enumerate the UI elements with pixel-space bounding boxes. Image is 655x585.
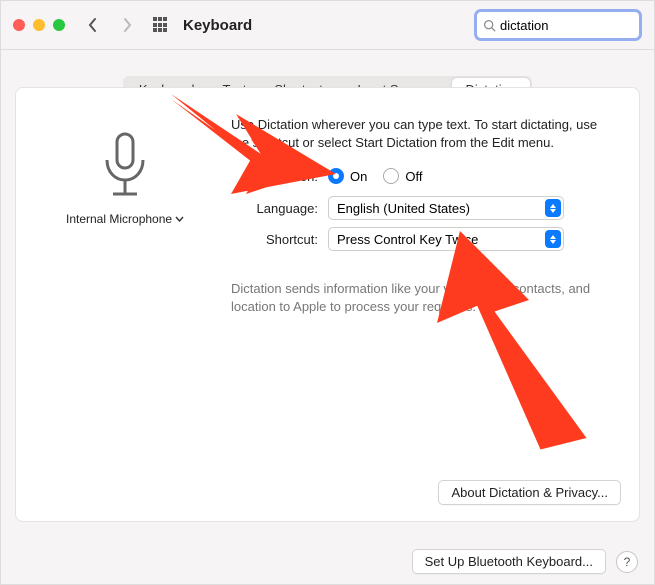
zoom-window-button[interactable] [53, 19, 65, 31]
radio-unchecked-icon [383, 168, 399, 184]
grid-icon [153, 17, 169, 33]
bottom-bar: Set Up Bluetooth Keyboard... ? [412, 549, 638, 574]
about-row: About Dictation & Privacy... [438, 480, 621, 505]
annotation-arrow-1 [151, 79, 351, 229]
show-all-button[interactable] [151, 15, 171, 35]
window-controls [13, 19, 65, 31]
updown-arrows-icon [545, 199, 561, 217]
help-button[interactable]: ? [616, 551, 638, 573]
minimize-window-button[interactable] [33, 19, 45, 31]
window-title: Keyboard [183, 17, 252, 34]
about-dictation-button[interactable]: About Dictation & Privacy... [438, 480, 621, 505]
back-button[interactable] [83, 15, 103, 35]
radio-on-label: On [350, 169, 367, 184]
language-value: English (United States) [337, 201, 470, 216]
radio-off-label: Off [405, 169, 422, 184]
setup-bluetooth-button[interactable]: Set Up Bluetooth Keyboard... [412, 549, 606, 574]
search-input[interactable] [496, 18, 655, 33]
shortcut-label: Shortcut: [16, 232, 328, 247]
language-select[interactable]: English (United States) [328, 196, 564, 220]
dictation-off-radio[interactable]: Off [383, 168, 422, 184]
forward-button[interactable] [117, 15, 137, 35]
search-field[interactable] [474, 9, 642, 41]
nav-controls [83, 15, 171, 35]
titlebar: Keyboard [1, 1, 654, 50]
search-icon [483, 19, 496, 32]
annotation-arrow-2 [391, 231, 621, 461]
close-window-button[interactable] [13, 19, 25, 31]
